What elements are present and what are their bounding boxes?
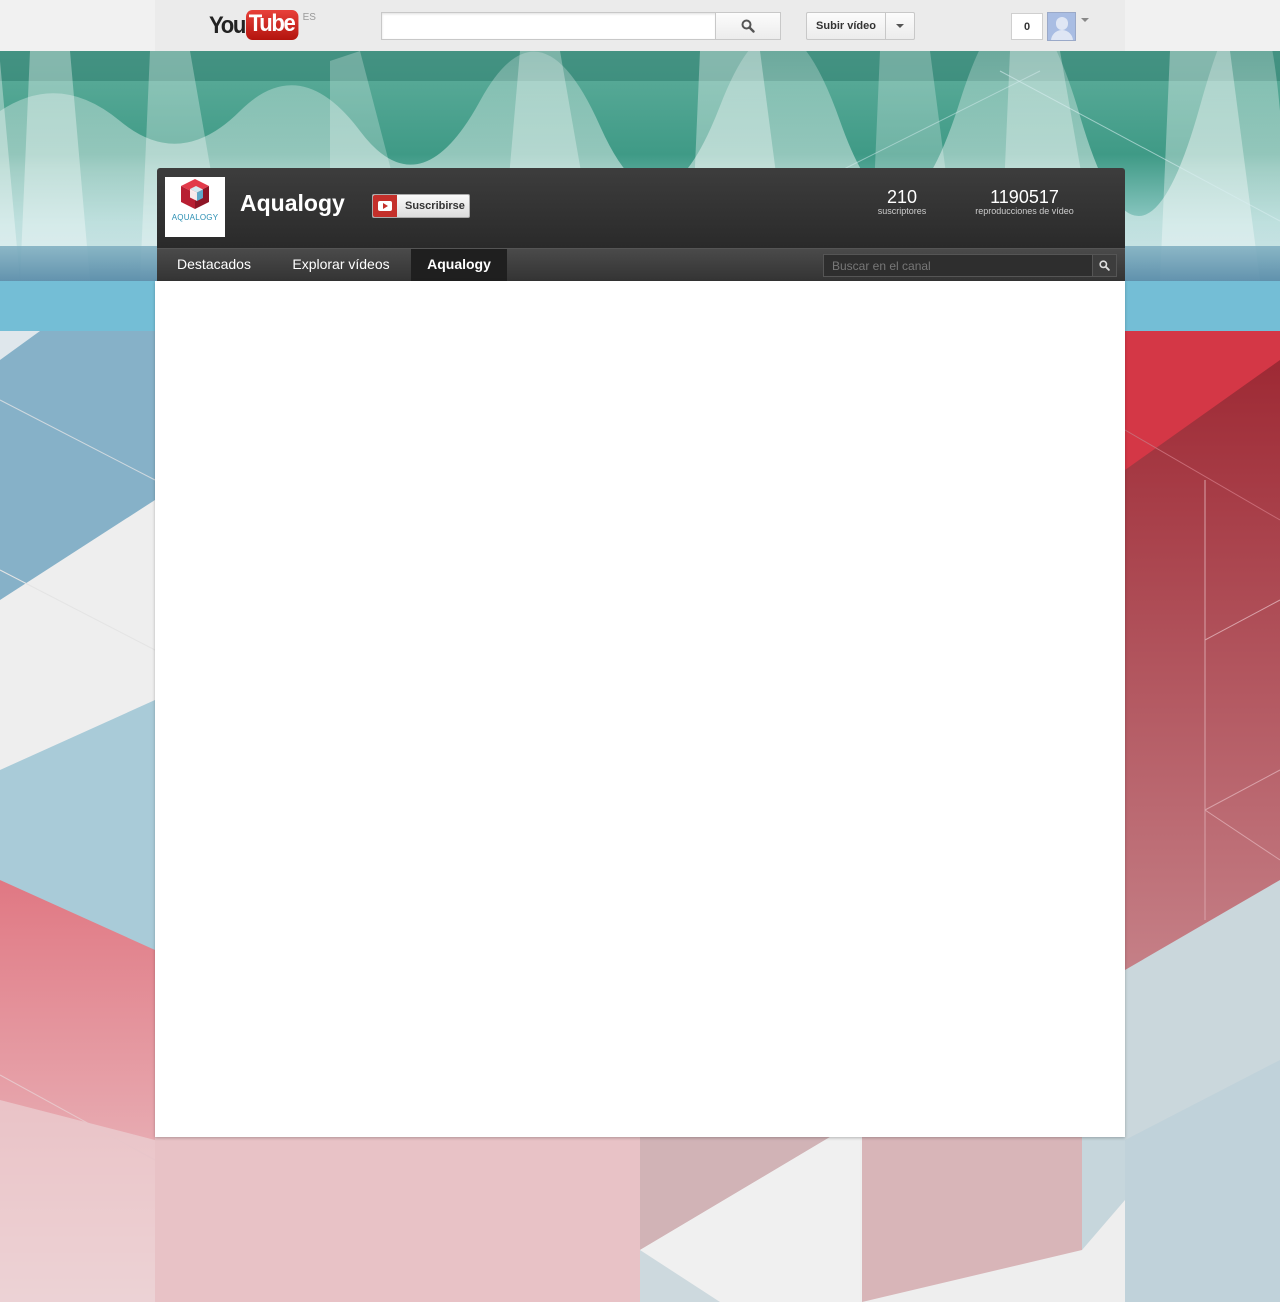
tab-explore-videos[interactable]: Explorar vídeos — [271, 249, 411, 281]
tab-featured[interactable]: Destacados — [157, 249, 271, 281]
cube-icon — [181, 179, 209, 209]
channel-search-input[interactable] — [823, 254, 1093, 277]
avatar[interactable] — [1047, 12, 1076, 41]
channel-name: Aqualogy — [240, 190, 345, 216]
views-stat: 1190517 reproducciones de vídeo — [957, 188, 1092, 216]
channel-logo[interactable]: AQUALOGY — [165, 177, 225, 237]
notifications-count[interactable]: 0 — [1011, 13, 1043, 40]
avatar-head — [1056, 17, 1068, 30]
logo-you-text: You — [209, 12, 246, 39]
channel-search-button[interactable] — [1092, 254, 1117, 277]
subscriber-label: suscriptores — [877, 206, 927, 216]
search-input[interactable] — [381, 12, 716, 40]
views-label: reproducciones de vídeo — [975, 206, 1074, 216]
channel-content-area — [155, 281, 1125, 1137]
search-button[interactable] — [715, 12, 781, 40]
subscribe-button[interactable]: Suscribirse — [372, 194, 470, 218]
masthead: You Tube ES Subir vídeo 0 — [155, 0, 1125, 51]
channel-nav: Destacados Explorar vídeos Aqualogy — [157, 248, 1125, 281]
channel-logo-caption: AQUALOGY — [171, 213, 219, 222]
logo-lang: ES — [302, 12, 316, 23]
channel-header: AQUALOGY Aqualogy Suscribirse 210 suscri… — [157, 168, 1125, 248]
chevron-down-icon — [896, 24, 904, 28]
account-menu-button[interactable] — [1081, 18, 1089, 40]
chevron-down-icon — [1081, 18, 1089, 39]
subscriber-count: 210 — [886, 187, 918, 207]
avatar-shoulders — [1051, 30, 1073, 40]
views-count: 1190517 — [990, 187, 1059, 207]
logo-tube-text: Tube — [246, 10, 299, 40]
search-icon — [1099, 260, 1110, 271]
upload-menu-button[interactable] — [885, 12, 915, 40]
subscriber-stat: 210 suscriptores — [857, 188, 947, 216]
youtube-play-icon — [373, 195, 397, 217]
tab-aqualogy[interactable]: Aqualogy — [411, 249, 507, 281]
subscribe-label: Suscribirse — [405, 200, 465, 212]
upload-button[interactable]: Subir vídeo — [806, 12, 886, 40]
search-icon — [741, 19, 755, 33]
youtube-logo[interactable]: You Tube ES — [209, 10, 316, 42]
